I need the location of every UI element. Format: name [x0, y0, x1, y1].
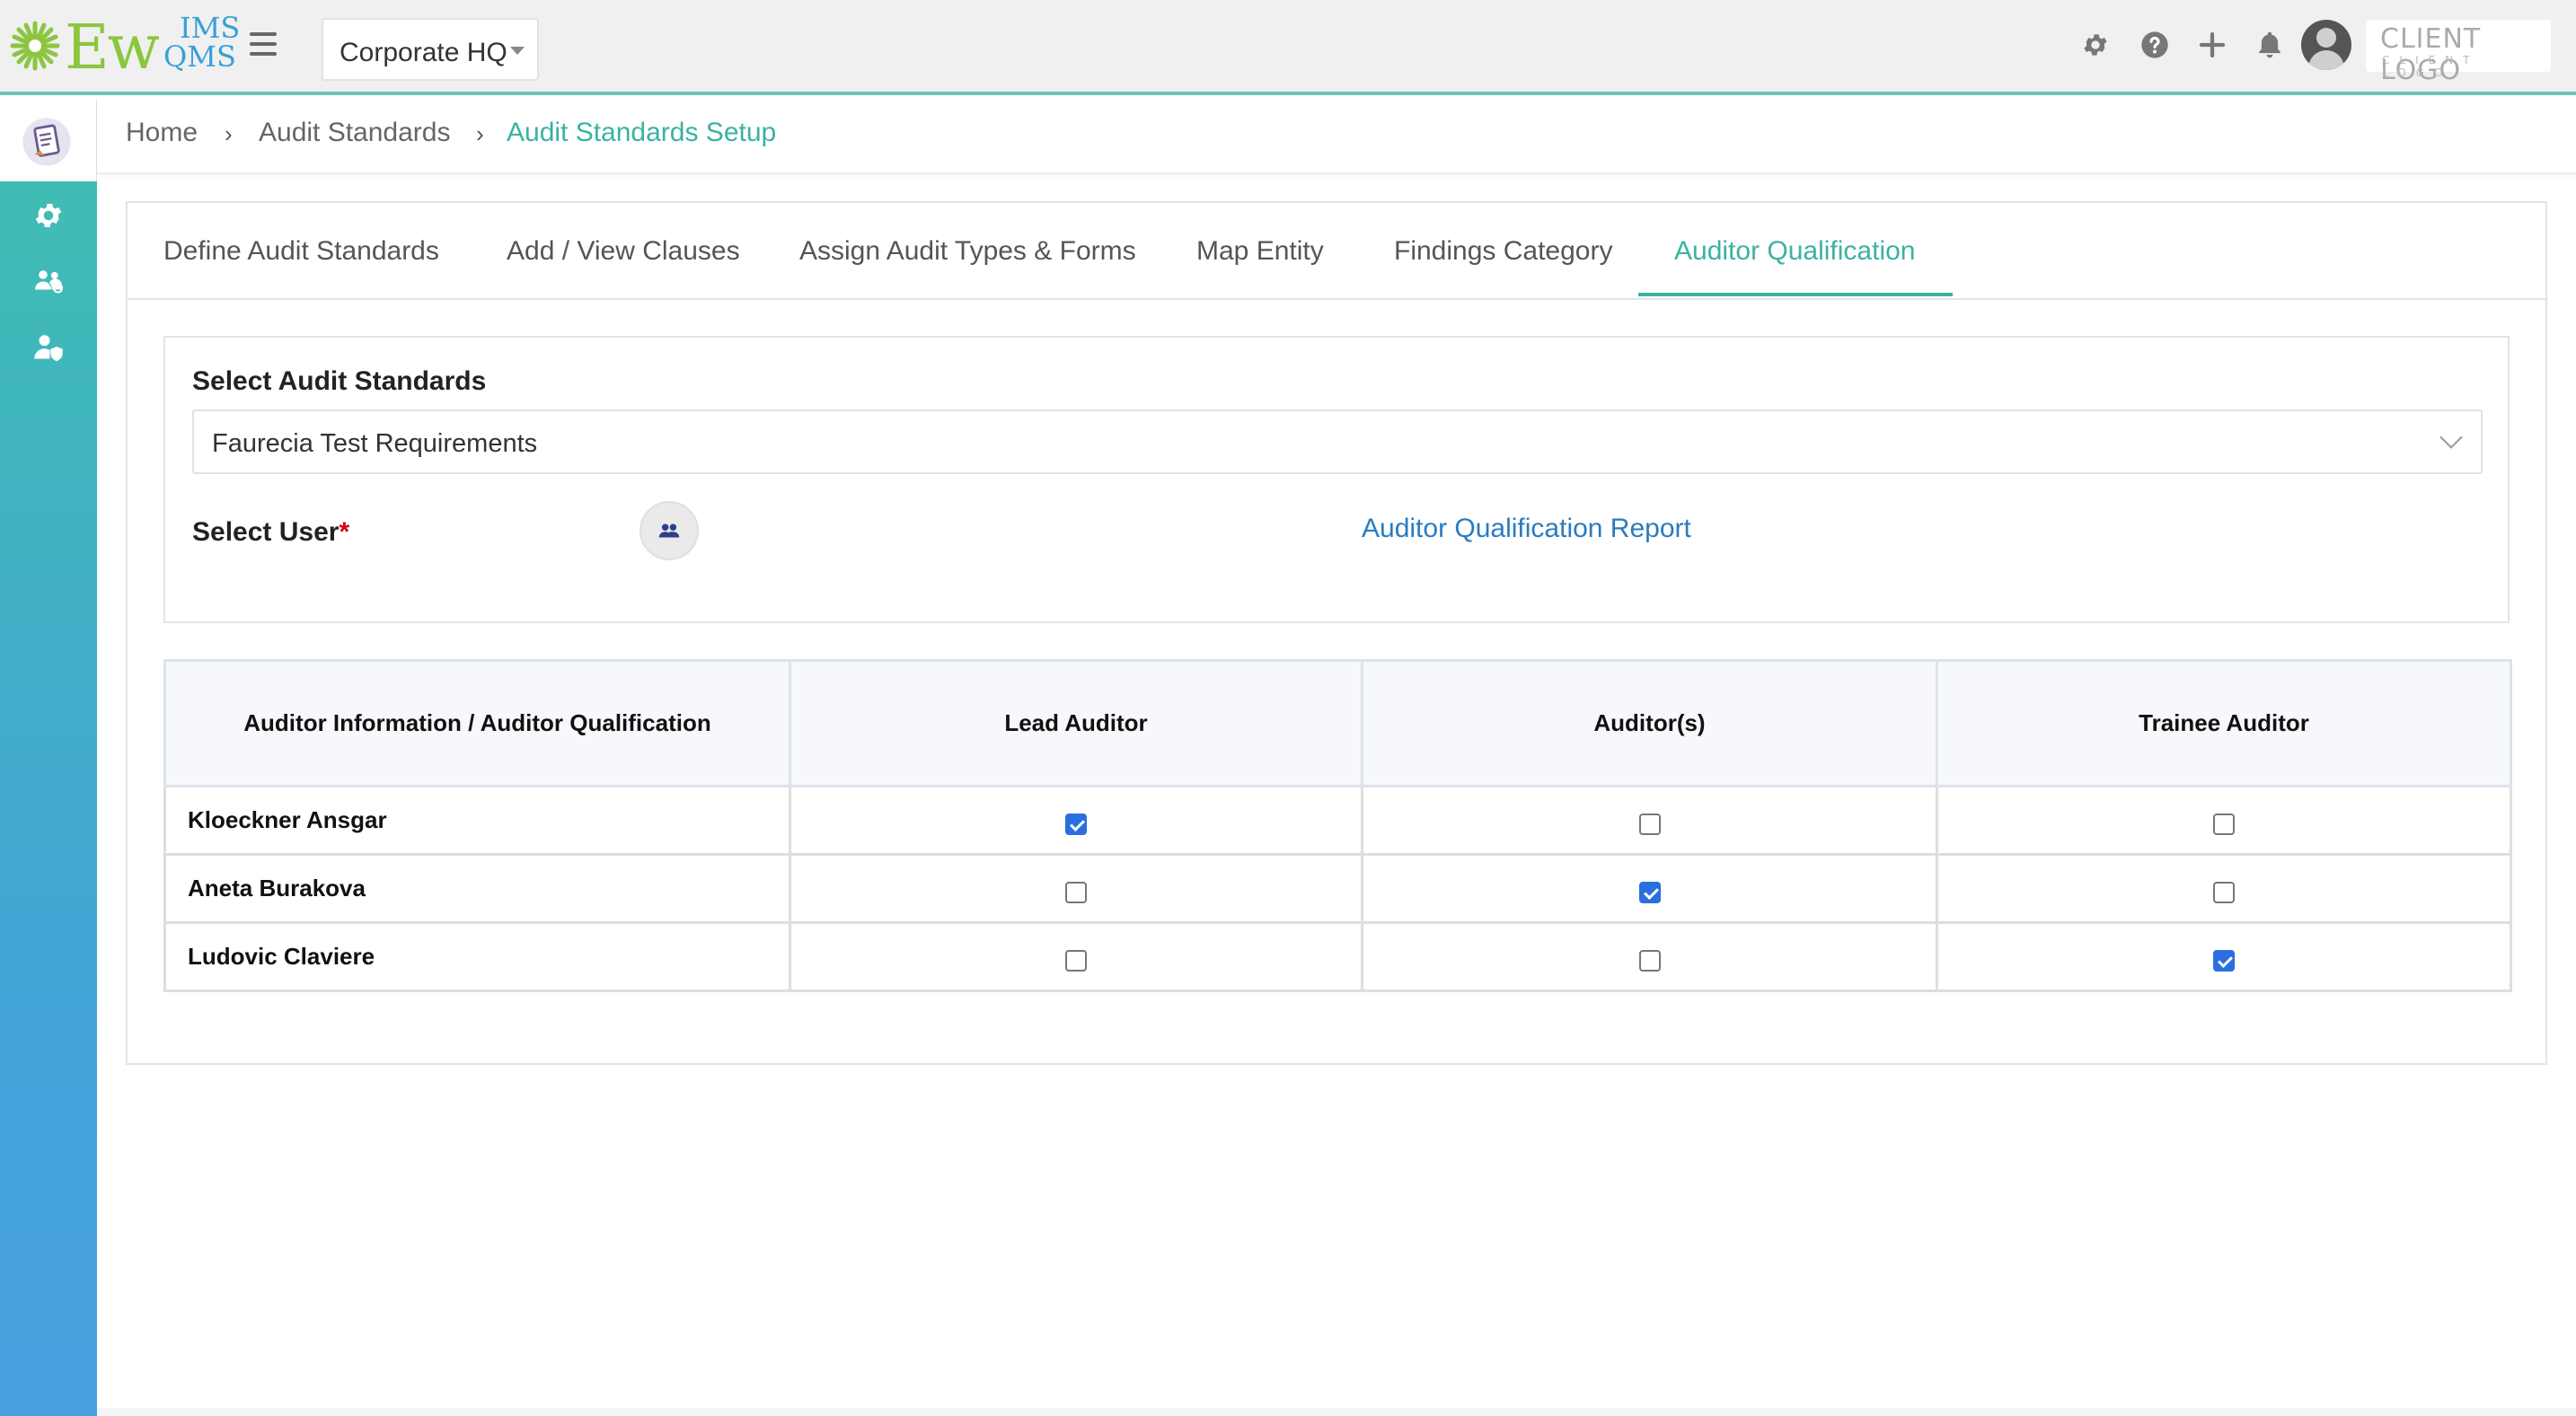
client-logo: CLIENT LOGO CLIENT LOGO	[2366, 20, 2551, 86]
client-logo-subtext: CLIENT LOGO	[2382, 54, 2480, 79]
tab-findings-category[interactable]: Findings Category	[1394, 233, 1612, 269]
filter-box: Select Audit Standards Faurecia Test Req…	[163, 336, 2510, 623]
auditor-checkbox[interactable]	[1638, 949, 1661, 972]
menu-toggle-icon[interactable]	[250, 32, 277, 56]
header-lead-auditor: Lead Auditor	[789, 659, 1363, 787]
main-panel: Define Audit Standards Add / View Clause…	[126, 201, 2547, 1065]
trainee-auditor-checkbox[interactable]	[2213, 881, 2235, 903]
audit-document-icon[interactable]	[22, 117, 72, 167]
site-select-value: Corporate HQ	[340, 38, 507, 67]
tab-auditor-qualification[interactable]: Auditor Qualification	[1674, 233, 1915, 269]
breadcrumb-audit-standards[interactable]: Audit Standards	[259, 117, 450, 149]
user-shield-icon[interactable]	[32, 330, 65, 363]
lead-auditor-checkbox[interactable]	[1065, 813, 1087, 835]
auditor-qualification-table: Auditor Information / Auditor Qualificat…	[163, 659, 2512, 992]
user-avatar[interactable]	[2301, 20, 2351, 70]
header-auditor-info: Auditor Information / Auditor Qualificat…	[163, 659, 791, 787]
plus-icon[interactable]	[2198, 31, 2227, 59]
app-logo[interactable]: Ew IMS QMS	[9, 13, 240, 81]
active-tab-indicator	[1638, 293, 1953, 296]
lead-auditor-checkbox[interactable]	[1065, 949, 1087, 972]
lead-auditor-checkbox[interactable]	[1065, 881, 1087, 903]
settings-gear-icon[interactable]	[32, 199, 65, 232]
breadcrumb-current: Audit Standards Setup	[507, 118, 777, 147]
logo-sup-text: IMS	[180, 11, 241, 45]
page-footer-strip	[97, 1408, 2576, 1416]
chevron-down-icon	[2439, 426, 2463, 449]
audit-standards-select[interactable]: Faurecia Test Requirements	[192, 409, 2483, 474]
bell-icon[interactable]	[2255, 30, 2284, 60]
users-group-icon[interactable]	[32, 264, 65, 296]
gear-icon[interactable]	[2081, 31, 2110, 59]
breadcrumb: Home › Audit Standards › Audit Standards…	[97, 99, 2576, 174]
auditor-checkbox[interactable]	[1638, 813, 1661, 835]
breadcrumb-home[interactable]: Home	[126, 117, 198, 149]
auditor-checkbox[interactable]	[1638, 881, 1661, 903]
auditor-name: Ludovic Claviere	[163, 921, 791, 992]
tab-define-audit-standards[interactable]: Define Audit Standards	[163, 233, 439, 269]
logo-sub-text: QMS	[163, 40, 236, 74]
table-row: Aneta Burakova	[163, 853, 2512, 924]
auditor-name: Kloeckner Ansgar	[163, 785, 791, 856]
chevron-right-icon: ›	[476, 120, 484, 147]
table-row: Ludovic Claviere	[163, 921, 2512, 992]
auditor-name: Aneta Burakova	[163, 853, 791, 924]
tab-assign-audit-types-forms[interactable]: Assign Audit Types & Forms	[799, 233, 1136, 269]
help-icon[interactable]	[2140, 31, 2169, 59]
required-asterisk: *	[339, 517, 350, 547]
sidebar-module-tile[interactable]	[0, 99, 97, 181]
users-icon	[658, 523, 680, 538]
select-user-label: Select User*	[192, 517, 349, 548]
auditor-qualification-report-link[interactable]: Auditor Qualification Report	[1362, 514, 1691, 544]
select-user-label-text: Select User	[192, 517, 340, 547]
select-audit-standards-label: Select Audit Standards	[192, 366, 487, 396]
audit-standards-select-value: Faurecia Test Requirements	[212, 429, 538, 458]
table-row: Kloeckner Ansgar	[163, 785, 2512, 856]
select-user-button[interactable]	[640, 501, 699, 560]
caret-down-icon	[510, 47, 525, 55]
sidebar	[0, 99, 97, 1416]
header-trainee-auditor: Trainee Auditor	[1936, 659, 2512, 787]
trainee-auditor-checkbox[interactable]	[2213, 949, 2235, 972]
logo-text: Ew	[65, 13, 160, 84]
tab-map-entity[interactable]: Map Entity	[1196, 233, 1324, 269]
logo-star-icon	[10, 21, 60, 71]
chevron-right-icon: ›	[225, 120, 233, 147]
tab-bar: Define Audit Standards Add / View Clause…	[128, 203, 2545, 300]
header-auditors: Auditor(s)	[1361, 659, 1938, 787]
tab-add-view-clauses[interactable]: Add / View Clauses	[507, 233, 740, 269]
site-select[interactable]: Corporate HQ	[322, 18, 539, 81]
table-header-row: Auditor Information / Auditor Qualificat…	[163, 659, 2512, 787]
trainee-auditor-checkbox[interactable]	[2213, 813, 2235, 835]
top-bar: Ew IMS QMS Corporate HQ CLIENT LOGO CLIE…	[0, 0, 2576, 95]
